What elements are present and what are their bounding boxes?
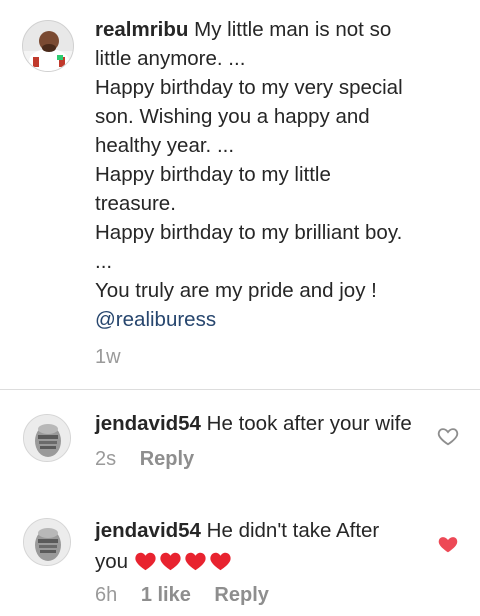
comment-meta: 2s Reply (95, 448, 194, 471)
caption-line: Happy birthday to my brilliant boy. (95, 221, 403, 244)
caption-line: treasure. (95, 192, 176, 215)
avatar-photo (24, 519, 70, 565)
post-author-avatar[interactable] (22, 20, 74, 72)
reply-button[interactable]: Reply (140, 448, 194, 470)
commenter-avatar[interactable] (23, 518, 71, 566)
comment-username[interactable]: jendavid54 (95, 519, 201, 542)
heart-emoji (209, 550, 234, 573)
post-caption: realmribu My little man is not so little… (95, 15, 435, 334)
heart-emoji (159, 550, 184, 573)
mention-link[interactable]: @realiburess (95, 305, 435, 334)
caption-line: Happy birthday to my very special (95, 76, 403, 99)
comment-body-continued: you (95, 546, 234, 577)
comment-body: jendavid54 He took after your wife (95, 412, 412, 435)
divider (0, 389, 480, 390)
post-username[interactable]: realmribu (95, 18, 188, 41)
caption-line: little anymore. ... (95, 47, 246, 70)
avatar-photo (24, 415, 70, 461)
caption-line: son. Wishing you a happy and (95, 105, 370, 128)
post-timestamp: 1w (95, 346, 121, 368)
caption-line: realmribu My little man is not so (95, 18, 392, 41)
caption-line: Happy birthday to my little (95, 163, 331, 186)
comment-timestamp: 6h (95, 584, 118, 606)
heart-emoji (184, 550, 209, 573)
like-heart-icon[interactable] (437, 425, 459, 447)
caption-line: healthy year. ... (95, 134, 235, 157)
heart-emoji (134, 550, 159, 573)
avatar-photo (23, 21, 73, 71)
comment-username[interactable]: jendavid54 (95, 412, 201, 435)
liked-heart-icon[interactable] (437, 533, 459, 555)
caption-line: You truly are my pride and joy ! (95, 279, 377, 302)
comment-meta: 6h 1 like Reply (95, 584, 269, 607)
reply-button[interactable]: Reply (214, 584, 268, 606)
caption-line: ... (95, 250, 113, 273)
comment-body: jendavid54 He didn't take After (95, 519, 380, 542)
commenter-avatar[interactable] (23, 414, 71, 462)
comment-timestamp: 2s (95, 448, 117, 470)
likes-count-button[interactable]: 1 like (141, 584, 191, 606)
